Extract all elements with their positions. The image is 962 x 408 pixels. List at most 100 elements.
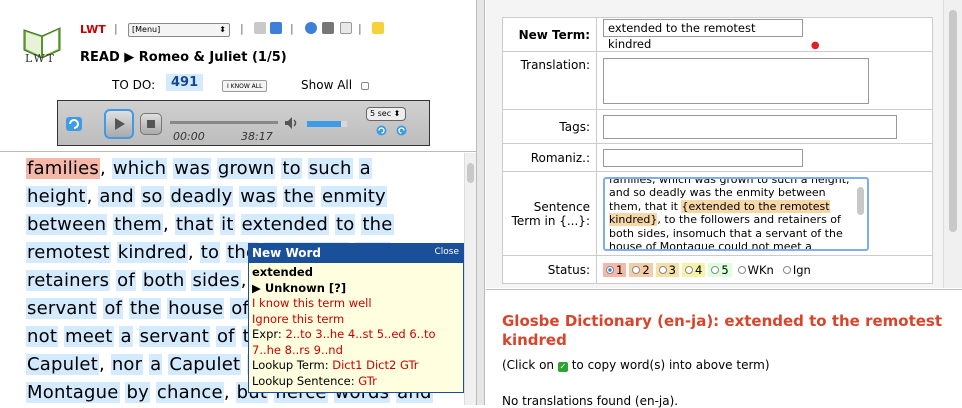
expr-row: Expr: 2..to 3..he 4..st 5..ed 6..to 7..h… [252,327,460,358]
repeat-icon[interactable] [65,116,83,132]
word-token[interactable]: to [199,242,221,263]
translation-input[interactable] [603,57,869,104]
punctuation [353,158,359,179]
punctuation: , [99,158,112,179]
radio-icon [737,265,746,274]
word-token[interactable]: Capulet [168,354,242,375]
word-token[interactable]: a [358,158,372,179]
know-well-link[interactable]: I know this term well [252,296,460,312]
sentence-textarea[interactable]: families, which was grown to such a heig… [603,176,869,251]
text-scrollbar[interactable] [464,153,476,405]
time-current: 00:00 [173,130,205,143]
word-token[interactable]: Montague [26,382,120,403]
lookup-term-links[interactable]: Dict1 Dict2 GTr [332,358,418,372]
word-token[interactable]: height [26,186,87,207]
ignore-term-link[interactable]: Ignore this term [252,312,460,328]
play-button[interactable] [104,109,134,139]
word-token[interactable]: a [149,354,163,375]
volume-slider[interactable] [307,121,347,127]
word-token[interactable]: retainers [26,270,111,291]
word-token[interactable]: by [125,382,150,403]
word-token[interactable]: meet [64,326,114,347]
word-token[interactable]: and [98,186,135,207]
help-icon[interactable] [305,22,317,34]
word-token[interactable]: families [26,158,100,179]
word-token[interactable]: servant [138,326,211,347]
i-know-all-button[interactable]: I KNOW ALL [222,80,268,92]
volume-icon[interactable] [284,116,300,130]
word-token[interactable]: chance [155,382,224,403]
word-token[interactable]: was [173,158,211,179]
word-token[interactable]: which [111,158,168,179]
progress-bar[interactable] [170,121,278,124]
word-token[interactable]: to [281,158,302,179]
skip-forward-icon[interactable] [396,125,407,136]
word-token[interactable]: of [103,298,124,319]
word-token[interactable]: house [167,298,225,319]
romaniz-input[interactable] [603,148,803,167]
word-token[interactable]: both [141,270,186,291]
show-all-label: Show All [301,78,353,92]
word-token[interactable]: kindred [116,242,188,263]
word-token[interactable]: enmity [320,186,387,207]
word-token[interactable]: to [334,214,356,235]
word-token[interactable]: not [26,326,59,347]
word-token[interactable]: the [361,214,394,235]
status-option-2[interactable]: 2 [629,262,653,277]
popup-close-button[interactable]: Close [434,247,459,257]
word-token[interactable]: servant [26,298,98,319]
next-text-icon[interactable] [270,22,282,34]
word-token[interactable]: nor [110,354,144,375]
word-token[interactable]: remotest [26,242,111,263]
word-token[interactable]: the [129,298,162,319]
word-token[interactable]: of [116,270,136,291]
word-token[interactable]: of [215,326,236,347]
status-label: Status: [502,255,597,284]
word-token[interactable]: that [174,214,215,235]
previous-text-icon[interactable] [254,22,266,34]
word-token[interactable]: so [140,186,164,207]
status-option-5[interactable]: 5 [708,262,732,277]
edit-scroll-thumb[interactable] [949,10,957,232]
audio-player: 00:00 38:17 5 sec ⬍ [57,100,430,146]
popup-body: extended ▶ Unknown [?] I know this term … [249,263,463,391]
menu-select[interactable]: [Menu] ⬍ [128,23,230,37]
word-token[interactable]: the [282,186,316,207]
word-token[interactable]: grown [216,158,276,179]
word-token[interactable]: a [119,326,133,347]
status-option-wkn[interactable]: WKn [734,262,777,277]
word-token[interactable]: Capulet [26,354,99,375]
print-icon[interactable] [322,22,334,34]
sentence-scroll-thumb[interactable] [857,186,864,215]
word-token[interactable]: it [220,214,235,235]
text-scroll-thumb[interactable] [467,163,474,183]
word-token[interactable]: deadly [169,186,234,207]
new-text-icon[interactable] [372,22,384,34]
lwt-home-link[interactable]: LWT [80,23,106,36]
word-token[interactable]: such [307,158,353,179]
frame-divider[interactable] [476,0,485,405]
dictionary-pane: Glosbe Dictionary (en-ja): extended to t… [486,289,962,408]
status-option-4[interactable]: 4 [681,262,706,277]
dictionary-note: (Click on ✓ to copy word(s) into above t… [502,358,770,372]
status-option-ign[interactable]: Ign [779,262,814,277]
text-line: between them, that it extended to the [26,211,456,239]
status-option-1[interactable]: 1 [603,262,627,277]
edit-text-icon[interactable] [340,22,352,34]
word-token[interactable]: between [26,214,108,235]
lookup-sentence-links[interactable]: GTr [358,374,377,388]
skip-back-icon[interactable] [376,125,387,136]
tags-input[interactable] [603,114,897,139]
word-token[interactable]: them [113,214,164,235]
edit-scrollbar[interactable] [943,0,962,288]
status-option-label: 1 [616,262,624,277]
word-token[interactable]: was [239,186,277,207]
word-token[interactable]: extended [240,214,330,235]
status-option-3[interactable]: 3 [655,262,679,277]
stop-button[interactable] [140,113,162,135]
new-term-input[interactable]: extended to the remotest kindred [603,18,803,51]
copy-check-icon: ✓ [557,362,568,372]
show-all-checkbox[interactable] [361,82,369,90]
word-token[interactable]: sides [191,270,241,291]
skip-seconds-select[interactable]: 5 sec ⬍ [366,107,406,121]
